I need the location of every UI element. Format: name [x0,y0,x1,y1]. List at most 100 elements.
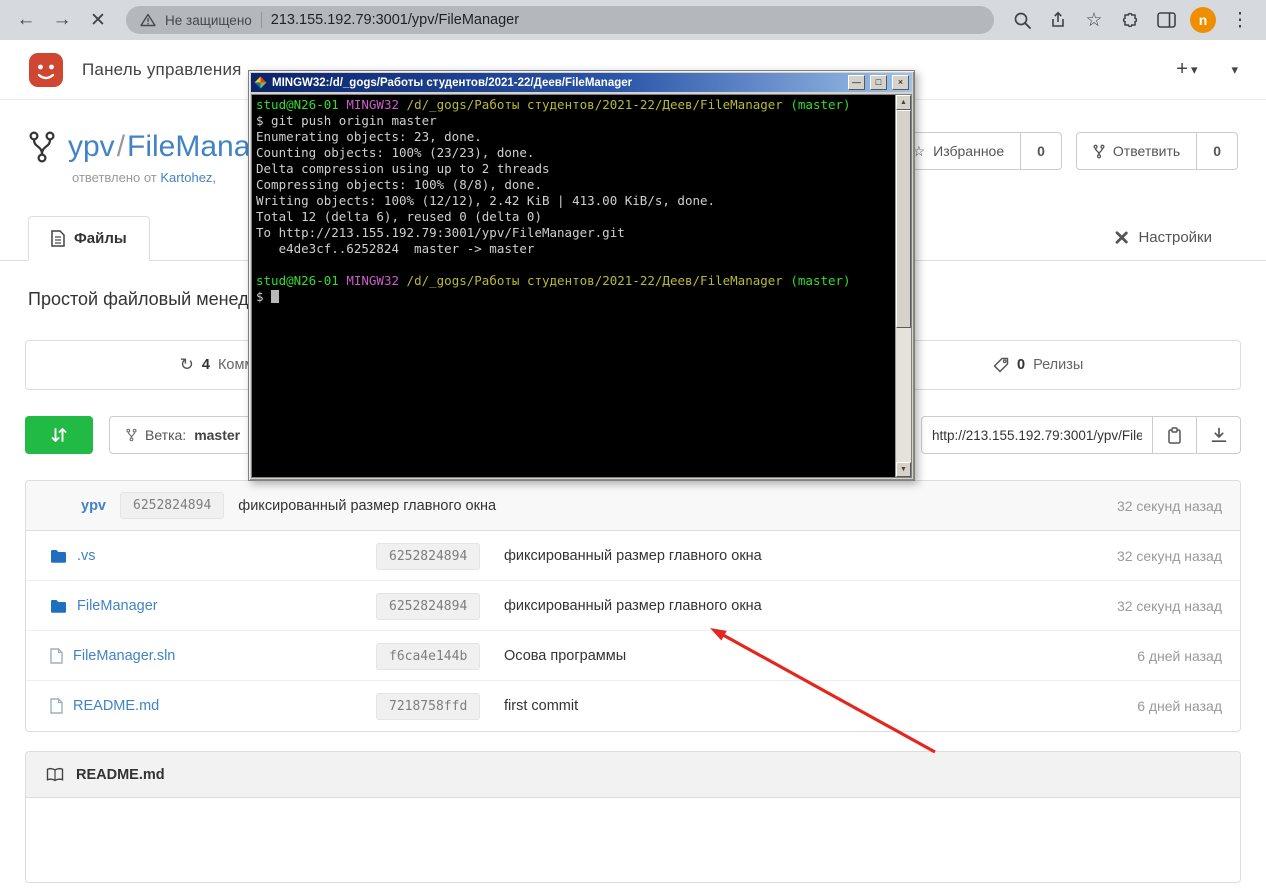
tab-settings[interactable]: Настройки [1113,229,1212,246]
folder-icon [50,599,67,613]
latest-commit-sha-badge[interactable]: 6252824894 [120,492,224,519]
prompt-branch: (master) [790,97,850,112]
file-icon [50,648,63,664]
table-row: README.md 7218758ffd first commit 6 дней… [26,681,1240,731]
tab-settings-label: Настройки [1138,229,1212,246]
zoom-icon[interactable] [1006,4,1038,36]
file-link[interactable]: FileManager.sln [73,648,175,664]
fork-button-group: Ответвить 0 [1076,132,1238,170]
releases-label: Релизы [1033,357,1083,373]
terminal-line: $ git push origin master [256,113,891,129]
tab-files-label: Файлы [74,230,127,247]
page: ← → ✕ Не защищено 213.155.192.79:3001/yp… [0,0,1266,894]
security-label: Не защищено [165,13,252,28]
share-icon[interactable] [1042,4,1074,36]
terminal-window: MINGW32:/d/_gogs/Работы студентов/2021-2… [248,70,915,481]
profile-avatar[interactable]: n [1190,7,1216,33]
plus-icon: + [1176,58,1188,81]
scrollbar-track[interactable] [896,110,911,462]
minimize-button[interactable]: — [848,75,865,90]
nav-dashboard-link[interactable]: Панель управления [82,60,242,80]
download-button[interactable] [1197,416,1241,454]
terminal-line: Compressing objects: 100% (8/8), done. [256,177,891,193]
commit-sha-badge[interactable]: 7218758ffd [376,693,480,720]
star-button[interactable]: ☆ Избранное [897,133,1021,169]
tag-icon [993,357,1009,373]
bookmark-star-icon[interactable]: ☆ [1078,4,1110,36]
terminal-line: To http://213.155.192.79:3001/ypv/FileMa… [256,225,891,241]
terminal-titlebar[interactable]: MINGW32:/d/_gogs/Работы студентов/2021-2… [251,73,912,92]
terminal-text: stud@N26-01 MINGW32 /d/_gogs/Работы студ… [252,95,895,477]
repo-separator: / [115,130,127,163]
terminal-scrollbar[interactable]: ▲ ▼ [895,95,911,477]
compare-button[interactable] [25,416,93,454]
terminal-line: Counting objects: 100% (23/23), done. [256,145,891,161]
star-label: Избранное [933,143,1004,159]
commit-sha-badge[interactable]: f6ca4e144b [376,643,480,670]
fork-button[interactable]: Ответвить [1077,133,1196,169]
side-panel-icon[interactable] [1150,4,1182,36]
back-icon[interactable]: ← [10,4,42,36]
forward-icon[interactable]: → [46,4,78,36]
annotation-arrow [678,612,950,764]
copy-url-button[interactable] [1153,416,1197,454]
file-link[interactable]: FileManager [77,598,158,614]
commits-count: 4 [202,357,210,373]
branch-label: Ветка: [145,427,186,443]
table-row: FileManager.sln f6ca4e144b Осова програм… [26,631,1240,681]
omnibox-divider [261,12,262,28]
chevron-down-icon: ▾ [1191,62,1198,78]
maximize-button[interactable]: □ [870,75,887,90]
url-text: 213.155.192.79:3001/ypv/FileManager [271,12,519,28]
commit-sha-badge[interactable]: 6252824894 [376,543,480,570]
clone-url-input[interactable] [921,416,1153,454]
prompt-path: /d/_gogs/Работы студентов/2021-22/Деев/F… [407,97,783,112]
fork-parent-link[interactable]: Kartohez, [160,170,216,185]
readme-header: README.md [26,752,1240,798]
prompt-system: MINGW32 [346,97,399,112]
clone-url-group [921,416,1241,454]
commit-sha-badge[interactable]: 6252824894 [376,593,480,620]
close-button[interactable]: × [892,75,909,90]
repo-owner-link[interactable]: ypv [68,130,115,163]
prompt-system: MINGW32 [346,273,399,288]
gogs-logo[interactable] [28,52,64,88]
scroll-up-icon[interactable]: ▲ [896,95,911,110]
wrench-icon [1113,229,1130,246]
prompt-user: stud@N26-01 [256,97,339,112]
scrollbar-thumb[interactable] [896,110,911,328]
scroll-down-icon[interactable]: ▼ [896,462,911,477]
address-bar[interactable]: Не защищено 213.155.192.79:3001/ypv/File… [126,6,994,34]
commit-age: 32 секунд назад [1032,598,1222,614]
readme-title: README.md [76,767,165,783]
star-count[interactable]: 0 [1020,133,1061,169]
latest-commit-author-link[interactable]: ypv [81,498,106,514]
prompt-dollar: $ [256,289,264,304]
terminal-prompt-line: stud@N26-01 MINGW32 /d/_gogs/Работы студ… [256,273,891,289]
repo-actions: ☆ Избранное 0 Ответвить 0 [896,132,1238,170]
terminal-cursor [271,290,279,303]
history-icon: ↻ [180,355,194,375]
terminal-cursor-line: $ [256,289,891,305]
file-link[interactable]: .vs [77,548,96,564]
tab-files[interactable]: Файлы [28,216,150,261]
file-text-icon [51,230,65,247]
create-new-button[interactable]: + ▾ [1176,58,1197,81]
terminal-line: Enumerating objects: 23, done. [256,129,891,145]
extensions-puzzle-icon[interactable] [1114,4,1146,36]
browser-menu-icon[interactable]: ⋮ [1224,4,1256,36]
table-row: .vs 6252824894 фиксированный размер глав… [26,531,1240,581]
files-table: ypv 6252824894 фиксированный размер глав… [25,480,1241,732]
stop-icon[interactable]: ✕ [82,4,114,36]
fork-count[interactable]: 0 [1196,133,1237,169]
file-link[interactable]: README.md [73,698,159,714]
branch-icon [126,428,137,442]
user-menu-chevron-icon[interactable]: ▾ [1231,62,1238,78]
releases-count: 0 [1017,357,1025,373]
folder-icon [50,549,67,563]
branch-selector-button[interactable]: Ветка: master [109,416,259,454]
terminal-app-icon [254,76,267,89]
commit-age: 32 секунд назад [1032,548,1222,564]
fork-icon [1093,144,1105,159]
terminal-prompt-line: stud@N26-01 MINGW32 /d/_gogs/Работы студ… [256,97,891,113]
